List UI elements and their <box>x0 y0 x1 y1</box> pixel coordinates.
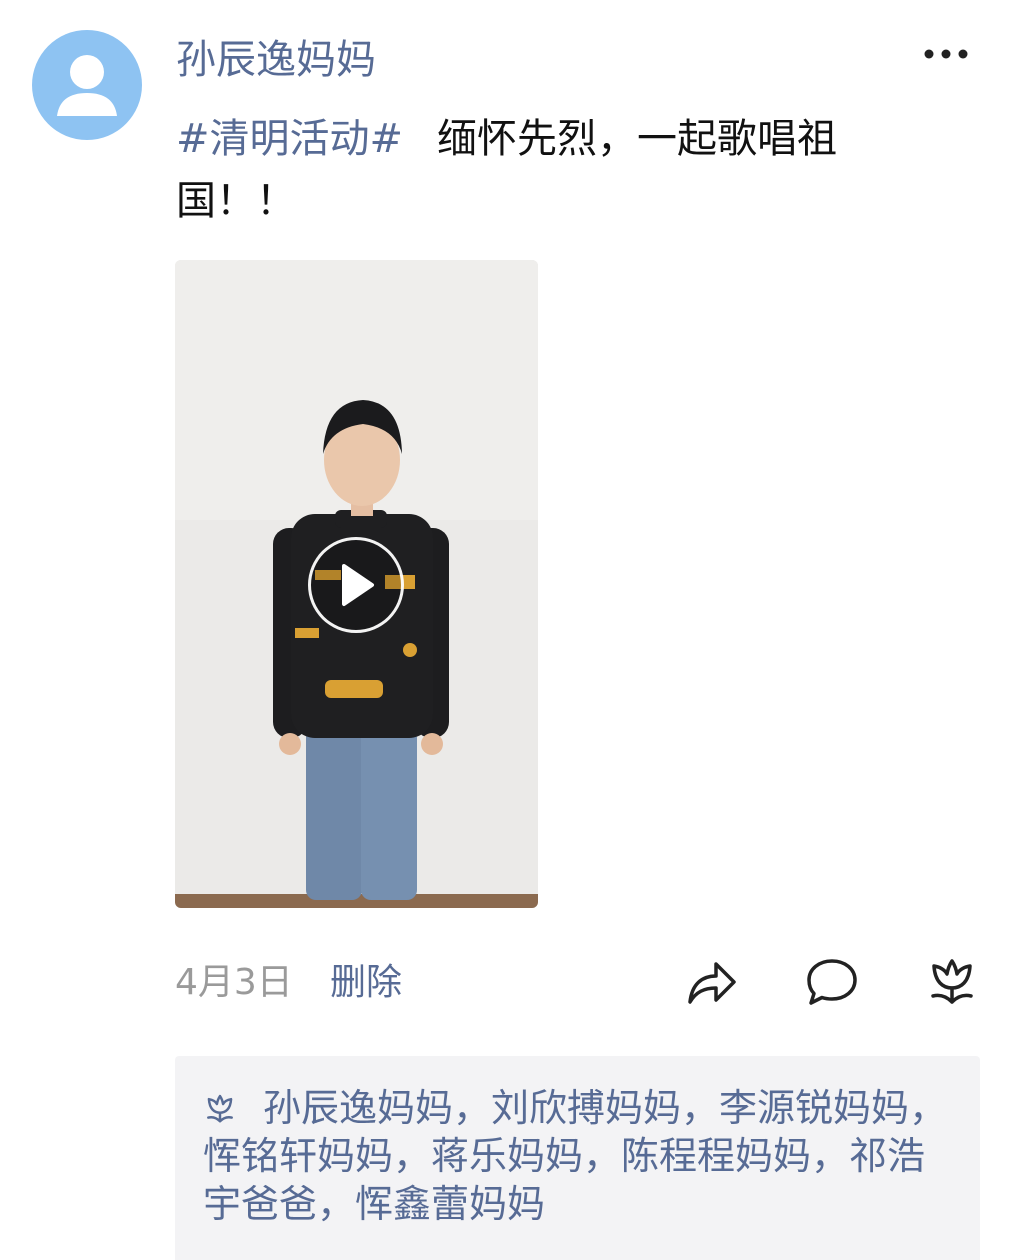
ellipsis-icon <box>924 49 968 59</box>
share-button[interactable] <box>682 952 742 1012</box>
share-arrow-icon <box>688 962 736 1004</box>
play-icon <box>342 564 374 606</box>
avatar[interactable] <box>32 30 142 140</box>
flower-like-icon <box>931 959 973 1004</box>
more-button[interactable] <box>918 34 974 74</box>
play-button[interactable] <box>308 537 404 633</box>
post-text: #清明活动# 缅怀先烈，一起歌唱祖国！！ <box>176 108 936 232</box>
likes-names[interactable]: 孙辰逸妈妈，刘欣搏妈妈，李源锐妈妈，恽铭轩妈妈，蒋乐妈妈，陈程程妈妈，祁浩宇爸爸… <box>203 1086 947 1226</box>
post-time: 4月3日 <box>175 962 293 1003</box>
moment-post: 孙辰逸妈妈 #清明活动# 缅怀先烈，一起歌唱祖国！！ 4月3日 删除 孙辰逸妈妈… <box>0 0 1024 1260</box>
like-button[interactable] <box>922 952 982 1012</box>
video-thumbnail[interactable] <box>175 260 538 908</box>
hashtag-link[interactable]: #清明活动# <box>176 116 403 162</box>
author-name[interactable]: 孙辰逸妈妈 <box>176 32 376 88</box>
comment-button[interactable] <box>802 952 862 1012</box>
delete-link[interactable]: 删除 <box>330 958 402 1008</box>
comment-bubble-icon <box>807 959 857 1005</box>
likes-panel: 孙辰逸妈妈，刘欣搏妈妈，李源锐妈妈，恽铭轩妈妈，蒋乐妈妈，陈程程妈妈，祁浩宇爸爸… <box>175 1056 980 1260</box>
flower-like-small-icon <box>207 1094 233 1123</box>
default-user-avatar-icon <box>57 55 117 116</box>
